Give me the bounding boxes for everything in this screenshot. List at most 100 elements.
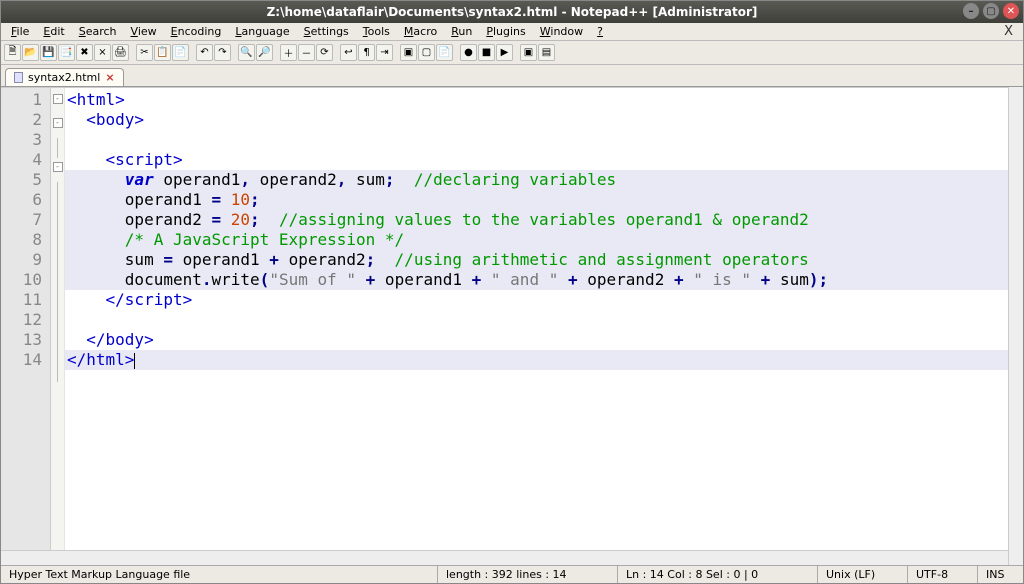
line-number: 8 <box>5 230 42 250</box>
fold-column: - - - <box>51 88 65 565</box>
line-number: 12 <box>5 310 42 330</box>
rec-button[interactable]: ● <box>460 44 477 61</box>
status-insert-mode: INS <box>978 566 1023 583</box>
line-number: 1 <box>5 90 42 110</box>
undo-button[interactable]: ↶ <box>196 44 213 61</box>
menu-window[interactable]: Window <box>534 24 589 39</box>
code-line[interactable]: document.write("Sum of " + operand1 + " … <box>65 270 1023 290</box>
menu-tools[interactable]: Tools <box>357 24 396 39</box>
status-encoding: UTF-8 <box>908 566 978 583</box>
close-button[interactable]: ✕ <box>1003 3 1019 19</box>
status-position: Ln : 14 Col : 8 Sel : 0 | 0 <box>618 566 818 583</box>
code-line[interactable]: var operand1, operand2, sum; //declaring… <box>65 170 1023 190</box>
paste-button[interactable]: 📄 <box>172 44 189 61</box>
close-button[interactable]: ✖ <box>76 44 93 61</box>
code-line[interactable]: <script> <box>65 150 1023 170</box>
editor-wrap: 1234567891011121314 --- <html> <body> <s… <box>1 87 1023 565</box>
vertical-scrollbar[interactable] <box>1008 87 1023 565</box>
fold-button[interactable]: ▣ <box>400 44 417 61</box>
doc-close-x[interactable]: X <box>998 24 1019 39</box>
minimize-button[interactable]: – <box>963 3 979 19</box>
code-line[interactable] <box>65 310 1023 330</box>
file-tab-label: syntax2.html <box>28 71 100 84</box>
file-tab-close-icon[interactable]: ⨯ <box>105 71 114 84</box>
save-all-button[interactable]: 📑 <box>58 44 75 61</box>
code-line[interactable]: operand2 = 20; //assigning values to the… <box>65 210 1023 230</box>
play-button[interactable]: ▶ <box>496 44 513 61</box>
line-number-gutter: 1234567891011121314 <box>1 88 51 565</box>
file-tab[interactable]: syntax2.html ⨯ <box>5 68 124 86</box>
line-number: 11 <box>5 290 42 310</box>
line-number: 4 <box>5 150 42 170</box>
ws-button[interactable]: ¶ <box>358 44 375 61</box>
redo-button[interactable]: ↷ <box>214 44 231 61</box>
editor-area: 1234567891011121314 --- <html> <body> <s… <box>1 87 1023 565</box>
menu-language[interactable]: Language <box>229 24 295 39</box>
stop-button[interactable]: ■ <box>478 44 495 61</box>
line-number: 9 <box>5 250 42 270</box>
status-length: length : 392 lines : 14 <box>438 566 618 583</box>
print-button[interactable]: 🖨 <box>112 44 129 61</box>
line-number: 2 <box>5 110 42 130</box>
line-number: 6 <box>5 190 42 210</box>
cut-button[interactable]: ✂ <box>136 44 153 61</box>
zoom-out-button[interactable]: － <box>298 44 315 61</box>
menu-macro[interactable]: Macro <box>398 24 443 39</box>
line-number: 5 <box>5 170 42 190</box>
unfold-button[interactable]: ▢ <box>418 44 435 61</box>
line-number: 14 <box>5 350 42 370</box>
indent-button[interactable]: ⇥ <box>376 44 393 61</box>
code-editor[interactable]: <html> <body> <script> var operand1, ope… <box>65 88 1023 565</box>
file-icon <box>14 72 23 83</box>
code-line[interactable]: </body> <box>65 330 1023 350</box>
menu-[interactable]: ? <box>591 24 609 39</box>
fold-toggle[interactable]: - <box>53 162 63 172</box>
menu-encoding[interactable]: Encoding <box>165 24 228 39</box>
fold-toggle[interactable]: - <box>53 118 63 128</box>
code-line[interactable]: /* A JavaScript Expression */ <box>65 230 1023 250</box>
maximize-button[interactable]: ▢ <box>983 3 999 19</box>
code-line[interactable]: sum = operand1 + operand2; //using arith… <box>65 250 1023 270</box>
line-number: 3 <box>5 130 42 150</box>
code-line[interactable]: <html> <box>65 90 1023 110</box>
replace-button[interactable]: 🔎 <box>256 44 273 61</box>
statusbar: Hyper Text Markup Language file length :… <box>1 565 1023 583</box>
menu-edit[interactable]: Edit <box>37 24 70 39</box>
horizontal-scrollbar[interactable] <box>1 550 1008 565</box>
menu-plugins[interactable]: Plugins <box>480 24 531 39</box>
doc-button[interactable]: 📄 <box>436 44 453 61</box>
fold-toggle[interactable]: - <box>53 94 63 104</box>
new-button[interactable]: 🗎 <box>4 44 21 61</box>
status-eol: Unix (LF) <box>818 566 908 583</box>
sync-button[interactable]: ⟳ <box>316 44 333 61</box>
macro1-button[interactable]: ▣ <box>520 44 537 61</box>
menu-view[interactable]: View <box>125 24 163 39</box>
window-title: Z:\home\dataflair\Documents\syntax2.html… <box>267 5 758 19</box>
zoom-in-button[interactable]: ＋ <box>280 44 297 61</box>
line-number: 13 <box>5 330 42 350</box>
toolbar: 🗎📂💾📑✖⨯🖨✂📋📄↶↷🔍🔎＋－⟳↩¶⇥▣▢📄●■▶▣▤ <box>1 41 1023 65</box>
line-number: 10 <box>5 270 42 290</box>
status-language: Hyper Text Markup Language file <box>1 566 438 583</box>
titlebar[interactable]: Z:\home\dataflair\Documents\syntax2.html… <box>1 1 1023 23</box>
code-line[interactable]: operand1 = 10; <box>65 190 1023 210</box>
menu-settings[interactable]: Settings <box>298 24 355 39</box>
app-window: Z:\home\dataflair\Documents\syntax2.html… <box>0 0 1024 584</box>
code-line[interactable] <box>65 130 1023 150</box>
window-controls: – ▢ ✕ <box>963 3 1019 19</box>
wrap-button[interactable]: ↩ <box>340 44 357 61</box>
code-line[interactable]: </html> <box>65 350 1023 370</box>
copy-button[interactable]: 📋 <box>154 44 171 61</box>
menu-file[interactable]: File <box>5 24 35 39</box>
menu-run[interactable]: Run <box>445 24 478 39</box>
line-number: 7 <box>5 210 42 230</box>
code-line[interactable]: <body> <box>65 110 1023 130</box>
find-button[interactable]: 🔍 <box>238 44 255 61</box>
code-line[interactable]: </script> <box>65 290 1023 310</box>
macro2-button[interactable]: ▤ <box>538 44 555 61</box>
close-all-button[interactable]: ⨯ <box>94 44 111 61</box>
tabbar: syntax2.html ⨯ <box>1 65 1023 87</box>
open-button[interactable]: 📂 <box>22 44 39 61</box>
menu-search[interactable]: Search <box>73 24 123 39</box>
save-button[interactable]: 💾 <box>40 44 57 61</box>
